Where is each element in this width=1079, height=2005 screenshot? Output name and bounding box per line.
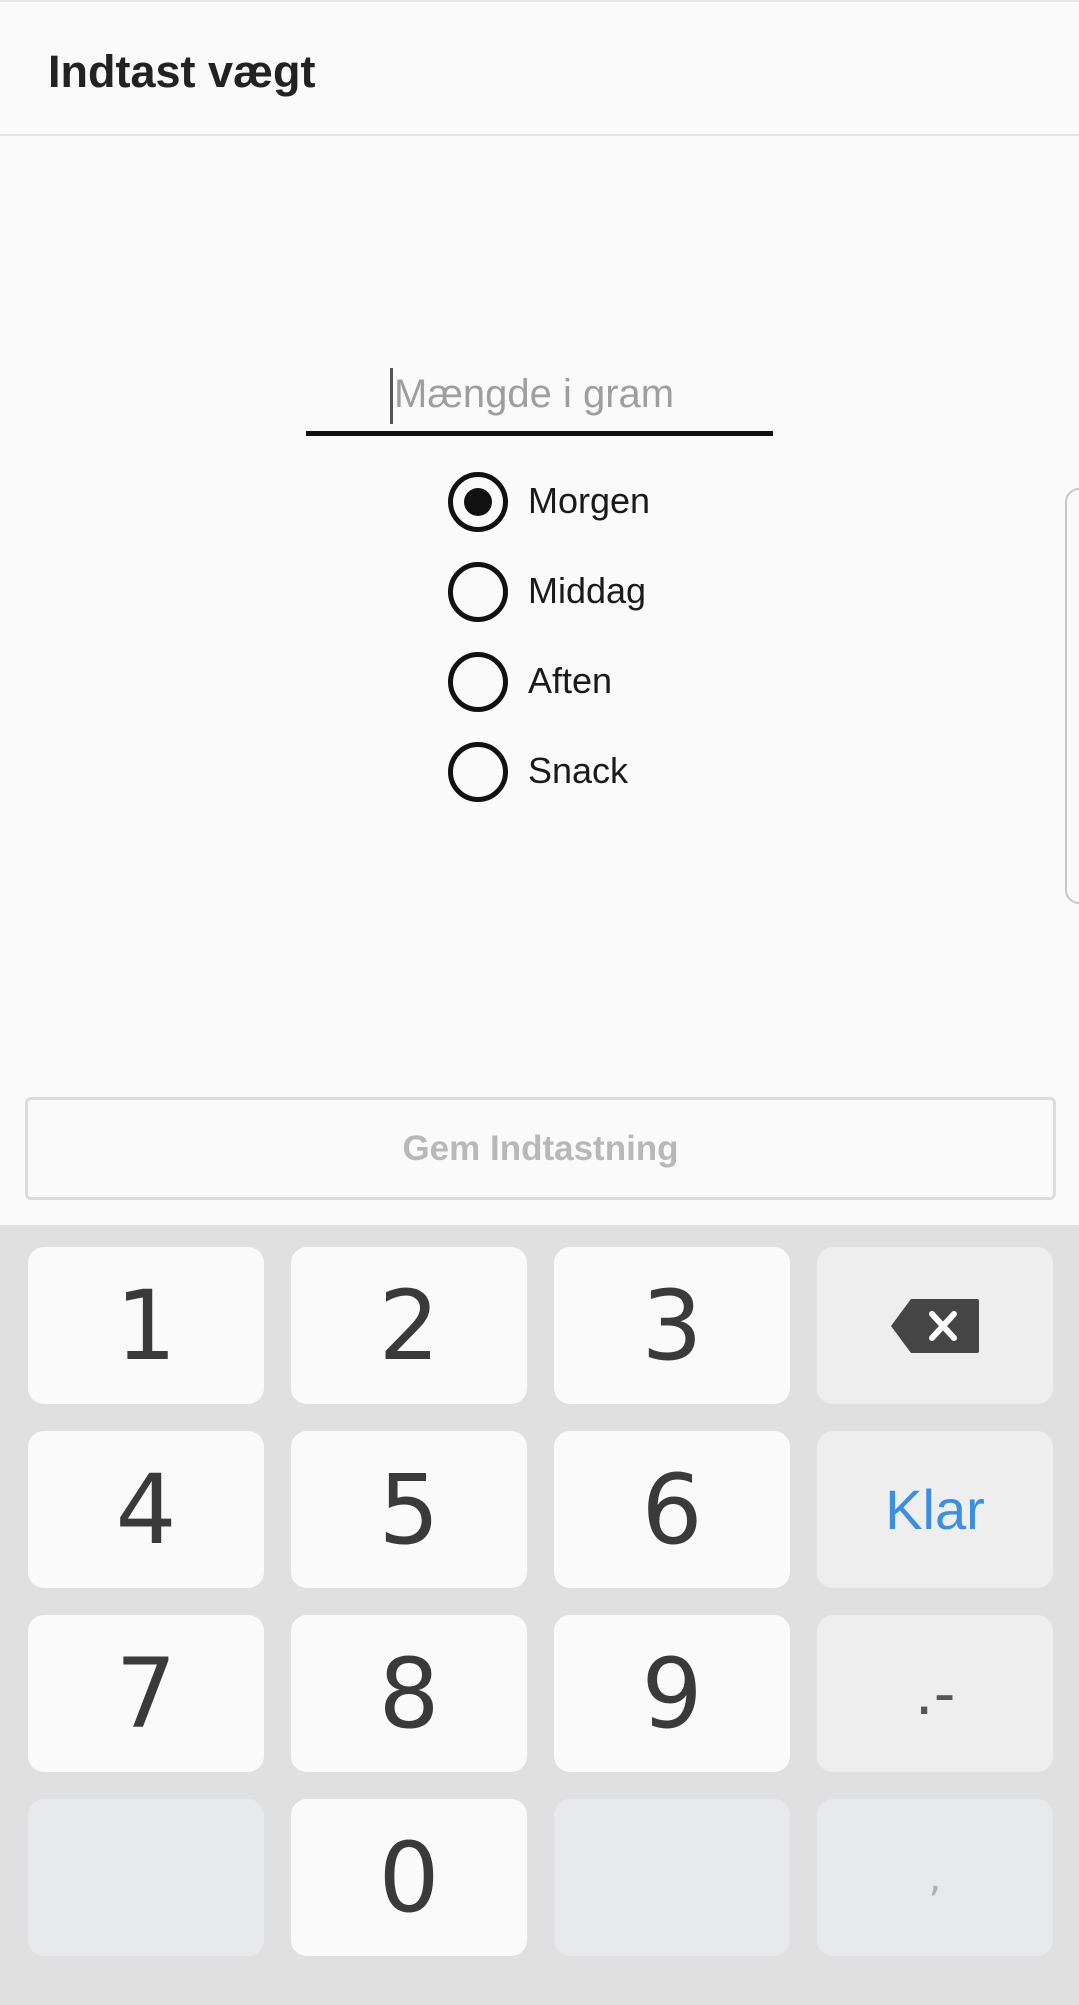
radio-button[interactable] [448, 562, 508, 622]
key-label: 4 [115, 1453, 177, 1566]
page-title: Indtast vægt [48, 46, 316, 97]
radio-label[interactable]: Middag [528, 570, 646, 612]
key-7[interactable]: 7 [28, 1615, 264, 1772]
key-0[interactable]: 0 [291, 1799, 527, 1956]
key-label: 5 [378, 1453, 440, 1566]
key-empty [28, 1799, 264, 1956]
toolbar: Indtast vægt [0, 0, 1079, 136]
save-entry-button[interactable]: Gem Indtastning [25, 1097, 1056, 1200]
key-label: 2 [378, 1269, 440, 1382]
text-cursor [390, 368, 393, 424]
key-comma[interactable]: , [817, 1799, 1053, 1956]
radio-aften[interactable]: Aften [448, 650, 748, 720]
radio-button-selected[interactable] [448, 472, 508, 532]
key-done[interactable]: Klar [817, 1431, 1053, 1588]
done-label: Klar [885, 1478, 985, 1541]
key-label: , [928, 1854, 942, 1901]
key-8[interactable]: 8 [291, 1615, 527, 1772]
screen: Indtast vægt Mængde i gram Morgen Middag… [0, 0, 1079, 2005]
key-empty [554, 1799, 790, 1956]
amount-input-placeholder: Mængde i gram [394, 372, 675, 416]
key-4[interactable]: 4 [28, 1431, 264, 1588]
key-5[interactable]: 5 [291, 1431, 527, 1588]
numeric-keyboard: 1 2 3 4 5 6 Klar 7 8 9 .- 0 , [0, 1225, 1079, 2005]
save-button-label: Gem Indtastning [402, 1128, 679, 1168]
edge-panel-handle[interactable] [1065, 488, 1079, 904]
key-label: 8 [378, 1637, 440, 1750]
key-9[interactable]: 9 [554, 1615, 790, 1772]
key-1[interactable]: 1 [28, 1247, 264, 1404]
radio-snack[interactable]: Snack [448, 740, 748, 810]
key-label: 7 [115, 1637, 177, 1750]
backspace-icon [891, 1298, 979, 1353]
key-dot-minus[interactable]: .- [817, 1615, 1053, 1772]
radio-label[interactable]: Aften [528, 660, 612, 702]
key-label: 0 [378, 1821, 440, 1934]
amount-input[interactable]: Mængde i gram [306, 360, 773, 436]
key-2[interactable]: 2 [291, 1247, 527, 1404]
key-label: 6 [641, 1453, 703, 1566]
radio-button[interactable] [448, 742, 508, 802]
key-label: 1 [115, 1269, 177, 1382]
radio-label[interactable]: Snack [528, 750, 628, 792]
radio-dot [464, 488, 492, 516]
key-backspace[interactable] [817, 1247, 1053, 1404]
key-label: 3 [641, 1269, 703, 1382]
radio-middag[interactable]: Middag [448, 560, 748, 630]
radio-label[interactable]: Morgen [528, 480, 650, 522]
radio-morgen[interactable]: Morgen [448, 470, 748, 540]
key-3[interactable]: 3 [554, 1247, 790, 1404]
radio-button[interactable] [448, 652, 508, 712]
key-label: 9 [641, 1637, 703, 1750]
key-label: .- [914, 1658, 956, 1729]
key-6[interactable]: 6 [554, 1431, 790, 1588]
